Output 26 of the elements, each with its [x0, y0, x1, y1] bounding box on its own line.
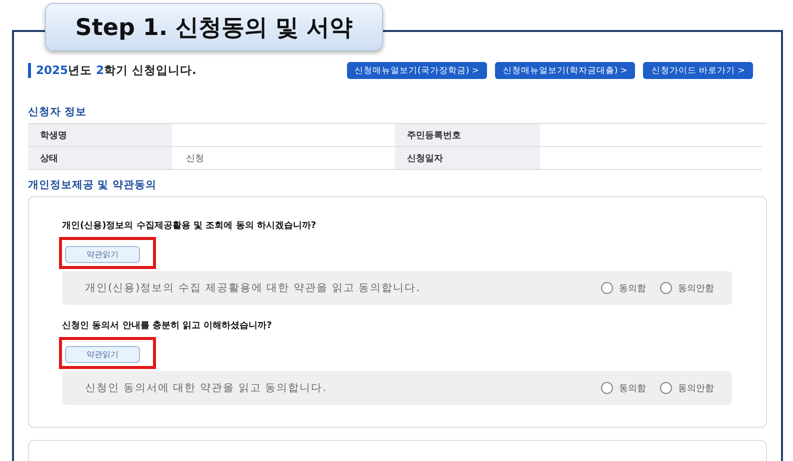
table-cell: 신청: [172, 147, 395, 170]
manual-link-button[interactable]: 신청매뉴얼보기(국가장학금) >: [346, 62, 487, 79]
radio-option[interactable]: 동의함: [601, 282, 646, 294]
step-title-banner: Step 1. 신청동의 및 서약: [45, 3, 383, 51]
table-header-cell: 신청일자: [395, 147, 540, 170]
read-terms-button[interactable]: 약관읽기: [65, 346, 140, 363]
radio-option[interactable]: 동의안함: [660, 282, 714, 294]
table-header-cell: 주민등록번호: [395, 124, 540, 147]
page-heading: 2025년도 2학기 신청입니다.: [28, 63, 196, 78]
consent-question: 신청인 동의서 안내를 충분히 읽고 이해하셨습니까?: [62, 320, 273, 332]
manual-link-button[interactable]: 신청매뉴얼보기(학자금대출) >: [495, 62, 636, 79]
table-header-cell: 상태: [28, 147, 172, 170]
section-title: 신청자 정보: [28, 105, 88, 119]
agreement-statement: 신청인 동의서에 대한 약관을 읽고 동의합니다.: [85, 381, 327, 395]
manual-link-button[interactable]: 신청가이드 바로가기 >: [643, 62, 753, 79]
section-title: 개인정보제공 및 약관동의: [28, 178, 158, 192]
agreement-statement: 개인(신용)정보의 수집 제공활용에 대한 약관을 읽고 동의합니다.: [85, 281, 420, 295]
radio-option[interactable]: 동의함: [601, 382, 646, 394]
radio-option[interactable]: 동의안함: [660, 382, 714, 394]
table-header-cell: 학생명: [28, 124, 172, 147]
radio-icon[interactable]: [660, 382, 672, 394]
radio-icon[interactable]: [601, 282, 613, 294]
radio-icon[interactable]: [601, 382, 613, 394]
radio-icon[interactable]: [660, 282, 672, 294]
read-terms-button[interactable]: 약관읽기: [65, 246, 140, 263]
consent-question: 개인(신용)정보의 수집제공활용 및 조회에 동의 하시겠습니까?: [62, 220, 318, 232]
